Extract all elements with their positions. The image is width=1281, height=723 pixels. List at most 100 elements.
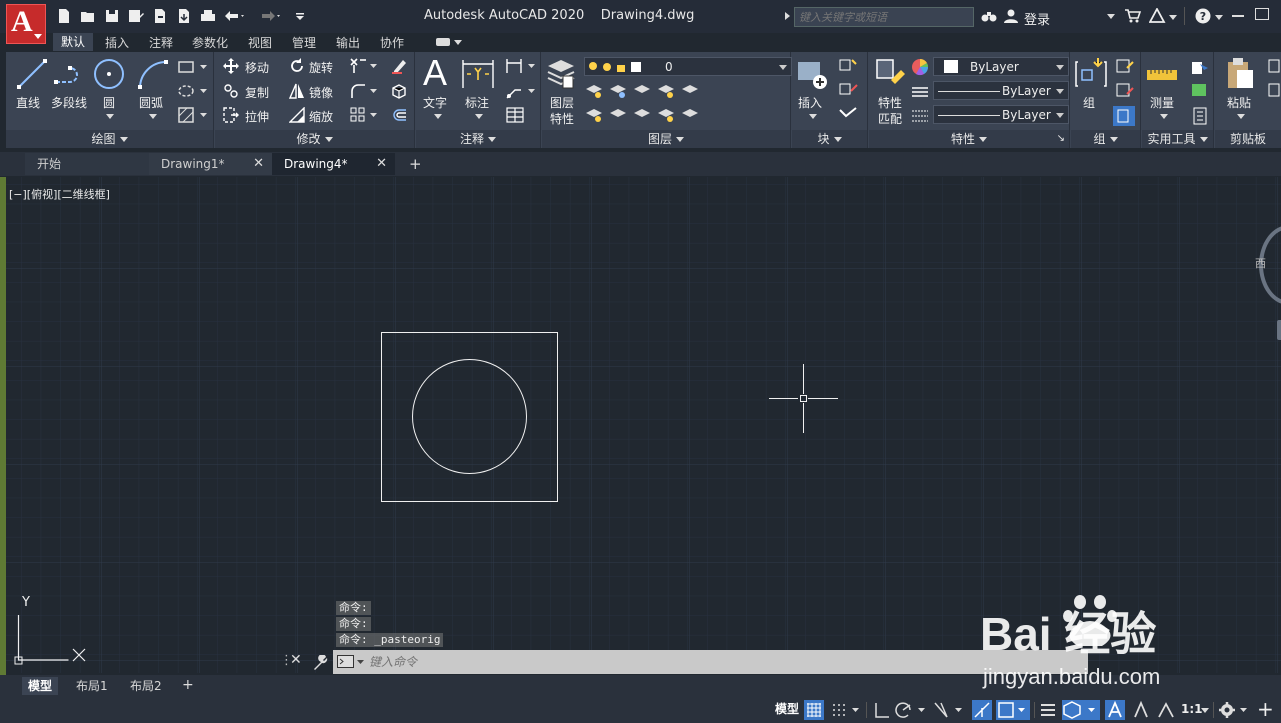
object-snap-icon[interactable] xyxy=(996,700,1030,720)
paste-label[interactable]: 粘贴 xyxy=(1227,94,1251,111)
dimension-icon[interactable] xyxy=(461,58,495,90)
tab-layout1[interactable]: 布局1 xyxy=(70,677,114,695)
match-properties-label-1[interactable]: 特性 xyxy=(878,94,902,111)
group-label[interactable]: 组 xyxy=(1083,94,1095,111)
command-prompt-icon[interactable] xyxy=(337,655,365,669)
panel-layers-title[interactable]: 图层 xyxy=(542,130,790,148)
customize-plus-icon[interactable]: + xyxy=(1257,697,1274,721)
user-icon[interactable] xyxy=(1004,9,1018,23)
group-tools-icons[interactable] xyxy=(1113,58,1137,126)
ribbon-display-toggle-icon[interactable] xyxy=(436,37,462,47)
panel-clipboard-title[interactable]: 剪贴板 xyxy=(1215,130,1281,148)
fillet-icon[interactable] xyxy=(350,83,378,99)
hatch-icon[interactable] xyxy=(178,107,208,123)
stretch-icon[interactable] xyxy=(223,107,239,123)
panel-draw-title[interactable]: 绘图 xyxy=(6,130,213,148)
annotation-visibility-icon[interactable] xyxy=(1105,700,1125,720)
linear-dim-icon[interactable] xyxy=(506,58,536,74)
arc-dropdown-icon[interactable] xyxy=(149,114,157,119)
dimension-label[interactable]: 标注 xyxy=(465,94,489,111)
block-tools-icons[interactable] xyxy=(838,58,860,126)
insert-label[interactable]: 插入 xyxy=(798,94,822,111)
color-dropdown[interactable]: ByLayer xyxy=(933,57,1069,76)
insert-block-icon[interactable] xyxy=(796,58,828,90)
array-icon[interactable] xyxy=(350,107,378,123)
tab-manage[interactable]: 管理 xyxy=(292,34,316,51)
cloud-save-icon[interactable] xyxy=(176,8,192,24)
copy-label[interactable]: 复制 xyxy=(245,84,269,101)
circle-dropdown-icon[interactable] xyxy=(106,114,114,119)
polyline-icon[interactable] xyxy=(54,60,88,88)
minimize-icon[interactable] xyxy=(1232,15,1244,17)
scale-label[interactable]: 缩放 xyxy=(309,108,333,125)
scale-dropdown-icon[interactable] xyxy=(1201,708,1209,713)
close-icon[interactable]: ✕ xyxy=(290,652,302,668)
save-as-icon[interactable] xyxy=(128,8,144,24)
line-label[interactable]: 直线 xyxy=(16,94,40,111)
search-field[interactable] xyxy=(794,7,974,27)
dimension-dropdown-icon[interactable] xyxy=(475,114,483,119)
application-menu-button[interactable]: A xyxy=(6,4,46,44)
insert-dropdown-icon[interactable] xyxy=(809,114,817,119)
layer-properties-label-1[interactable]: 图层 xyxy=(550,94,574,111)
lineweight-icon[interactable] xyxy=(911,109,929,123)
panel-properties-title[interactable]: 特性 ↘ xyxy=(869,130,1069,148)
polar-tracking-icon[interactable] xyxy=(894,700,928,720)
tab-insert[interactable]: 插入 xyxy=(105,34,129,51)
line-icon[interactable] xyxy=(16,58,48,90)
auto-scale-icon[interactable] xyxy=(1131,700,1151,720)
group-icon[interactable] xyxy=(1074,58,1108,90)
ellipse-icon[interactable] xyxy=(178,84,208,98)
model-space-button[interactable]: 模型 xyxy=(772,699,802,719)
panel-block-title[interactable]: 块 xyxy=(792,130,867,148)
measure-icon[interactable] xyxy=(1146,62,1178,84)
copy-clip-icons[interactable] xyxy=(1267,58,1281,102)
snap-mode-icon[interactable] xyxy=(830,700,862,720)
add-layout-plus-icon[interactable]: + xyxy=(182,677,194,693)
explode-icon[interactable] xyxy=(391,83,407,99)
ortho-icon[interactable] xyxy=(872,700,892,720)
linetype-icon[interactable] xyxy=(911,85,929,99)
new-tab-plus-icon[interactable]: + xyxy=(409,155,422,173)
new-icon[interactable] xyxy=(56,8,72,24)
open-icon[interactable] xyxy=(80,8,96,24)
tab-collaborate[interactable]: 协作 xyxy=(380,34,404,51)
lineweight-dropdown[interactable]: ByLayer xyxy=(933,105,1069,124)
panel-utilities-title[interactable]: 实用工具 xyxy=(1142,130,1213,148)
binoculars-icon[interactable] xyxy=(981,9,997,23)
linetype-dropdown[interactable]: ByLayer xyxy=(933,81,1069,100)
rotate-icon[interactable] xyxy=(289,58,305,74)
layer-tools-row-1-icons[interactable] xyxy=(586,83,704,99)
tab-drawing1[interactable]: Drawing1* ✕ xyxy=(149,153,272,175)
wrench-icon[interactable] xyxy=(312,655,328,671)
tab-output[interactable]: 输出 xyxy=(336,34,360,51)
rotate-label[interactable]: 旋转 xyxy=(309,59,333,76)
stretch-label[interactable]: 拉伸 xyxy=(245,108,269,125)
plot-icon[interactable] xyxy=(200,8,216,24)
isometric-icon[interactable] xyxy=(931,700,965,720)
tab-start[interactable]: 开始 xyxy=(25,153,150,175)
search-input[interactable] xyxy=(795,8,973,26)
login-dropdown-icon[interactable] xyxy=(1107,14,1115,19)
polyline-label[interactable]: 多段线 xyxy=(51,94,87,111)
copy-icon[interactable] xyxy=(223,83,239,99)
utility-tools-icons[interactable] xyxy=(1190,58,1210,126)
move-label[interactable]: 移动 xyxy=(245,59,269,76)
command-line[interactable] xyxy=(333,650,1088,674)
annotation-scale-icon[interactable] xyxy=(1156,700,1176,720)
trim-icon[interactable] xyxy=(350,58,378,74)
panel-groups-title[interactable]: 组 xyxy=(1071,130,1140,148)
tab-annotate[interactable]: 注释 xyxy=(149,34,173,51)
navbar-handle[interactable] xyxy=(1277,320,1281,340)
close-icon[interactable]: ✕ xyxy=(253,153,264,175)
paste-icon[interactable] xyxy=(1225,56,1255,90)
arc-icon[interactable] xyxy=(136,58,170,90)
measure-dropdown-icon[interactable] xyxy=(1160,114,1168,119)
tab-view[interactable]: 视图 xyxy=(248,34,272,51)
offset-icon[interactable] xyxy=(391,107,407,123)
undo-icon[interactable] xyxy=(224,8,246,24)
measure-label[interactable]: 测量 xyxy=(1150,94,1174,111)
a360-icon[interactable] xyxy=(1149,8,1177,24)
tab-model[interactable]: 模型 xyxy=(22,677,59,695)
arc-label[interactable]: 圆弧 xyxy=(139,94,163,111)
